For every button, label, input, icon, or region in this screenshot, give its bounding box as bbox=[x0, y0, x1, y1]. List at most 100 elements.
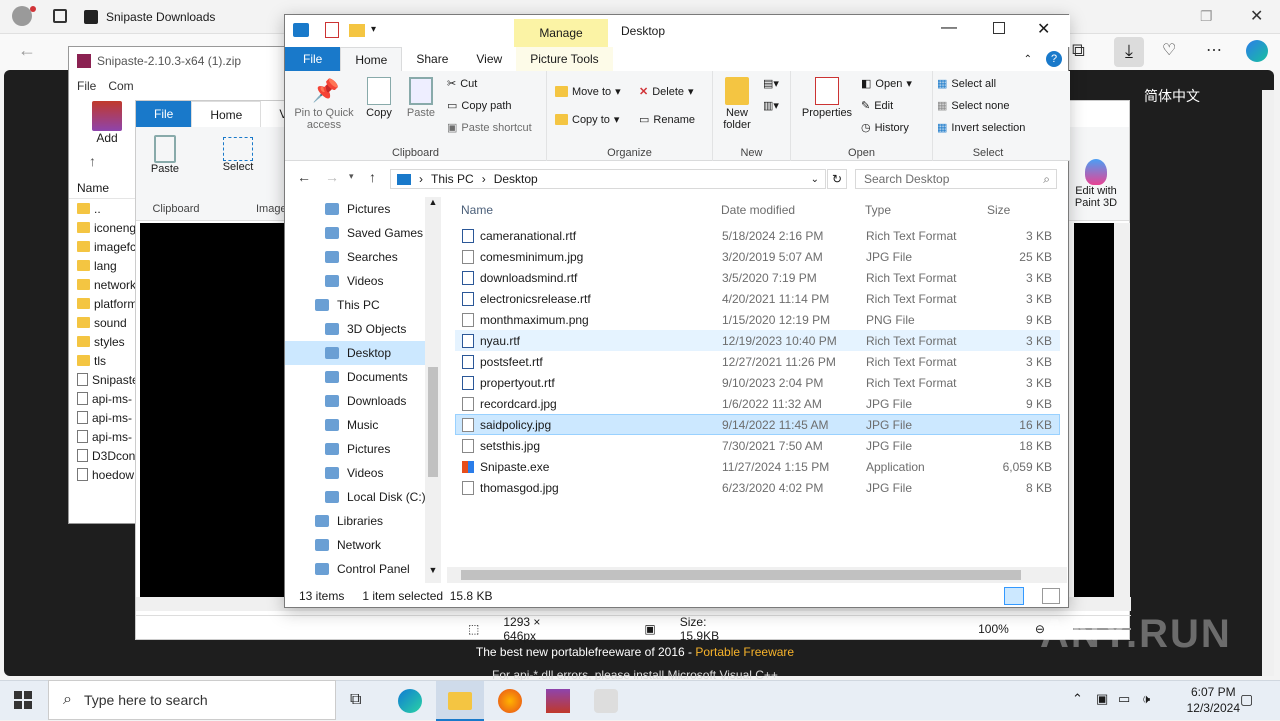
file-row[interactable]: thomasgod.jpg 6/23/2020 4:02 PM JPG File 8 … bbox=[455, 477, 1060, 498]
nav-item[interactable]: Control Panel bbox=[285, 557, 441, 581]
collapse-ribbon-icon[interactable]: ⌃ bbox=[1018, 47, 1038, 71]
close-icon[interactable]: ✕ bbox=[1250, 6, 1263, 26]
extensions-icon[interactable]: ♡ bbox=[1162, 40, 1176, 60]
nav-item[interactable]: Videos bbox=[285, 461, 441, 485]
properties-qat-icon[interactable] bbox=[325, 22, 339, 38]
open-button[interactable]: ◧ Open ▾ bbox=[861, 77, 912, 91]
nav-scroll-thumb[interactable] bbox=[428, 367, 438, 477]
edge-taskbar-icon[interactable] bbox=[398, 689, 422, 713]
nav-item[interactable]: 3D Objects bbox=[285, 317, 441, 341]
select-none-button[interactable]: ▦ Select none bbox=[937, 99, 1010, 113]
viewer-tab-home[interactable]: Home bbox=[191, 101, 262, 127]
new-folder-button[interactable]: New folder bbox=[713, 71, 761, 131]
start-icon[interactable] bbox=[14, 691, 32, 709]
language-link[interactable]: 简体中文 bbox=[1144, 86, 1200, 106]
viewer-paste-button[interactable]: Paste bbox=[148, 135, 182, 175]
edit-button[interactable]: ✎ Edit bbox=[861, 99, 893, 113]
file-row[interactable]: Snipaste.exe 11/27/2024 1:15 PM Applicatio… bbox=[455, 456, 1060, 477]
file-row[interactable]: propertyout.rtf 9/10/2023 2:04 PM Rich Tex… bbox=[455, 372, 1060, 393]
scroll-up-icon[interactable]: ▲ bbox=[425, 197, 441, 207]
select-all-button[interactable]: ▦ Select all bbox=[937, 77, 996, 91]
tab-view[interactable]: View bbox=[462, 47, 516, 71]
winrar-taskbar-icon[interactable] bbox=[546, 689, 570, 713]
edit-with-paint3d-button[interactable]: Edit with Paint 3D bbox=[1068, 159, 1124, 209]
paste-button[interactable]: Paste bbox=[397, 71, 445, 119]
copy-to-button[interactable]: Copy to ▾ bbox=[555, 113, 619, 126]
details-view-icon[interactable] bbox=[1004, 587, 1024, 605]
nav-item[interactable]: Pictures bbox=[285, 197, 441, 221]
nav-item[interactable]: Libraries bbox=[285, 509, 441, 533]
network-icon[interactable]: ▭ bbox=[1118, 691, 1130, 707]
nav-item[interactable]: Network bbox=[285, 533, 441, 557]
column-date[interactable]: Date modified bbox=[717, 203, 861, 217]
file-row[interactable]: cameranational.rtf 5/18/2024 2:16 PM Rich … bbox=[455, 225, 1060, 246]
winrar-menu-commands[interactable]: Com bbox=[108, 79, 133, 93]
browser-tab[interactable]: Snipaste Downloads bbox=[84, 5, 284, 29]
breadcrumb-desktop[interactable]: Desktop bbox=[494, 172, 538, 186]
help-icon[interactable]: ? bbox=[1038, 47, 1070, 71]
file-row[interactable]: recordcard.jpg 1/6/2022 11:32 AM JPG File 9… bbox=[455, 393, 1060, 414]
close-icon[interactable]: ✕ bbox=[1037, 19, 1050, 39]
copilot-icon[interactable] bbox=[1246, 40, 1268, 62]
nav-item[interactable]: Saved Games bbox=[285, 221, 441, 245]
firefox-taskbar-icon[interactable] bbox=[498, 689, 522, 713]
taskbar-search[interactable]: ⌕ Type here to search bbox=[48, 680, 336, 720]
profile-avatar[interactable] bbox=[12, 6, 32, 26]
address-dropdown-icon[interactable]: ⌄ bbox=[811, 174, 819, 185]
tray-chevron-icon[interactable]: ⌃ bbox=[1072, 691, 1083, 707]
nav-item[interactable]: Downloads bbox=[285, 389, 441, 413]
minimize-icon[interactable]: — bbox=[941, 19, 957, 37]
address-bar[interactable]: › This PC › Desktop ⌄ bbox=[390, 169, 826, 189]
viewer-tab-file[interactable]: File bbox=[136, 101, 192, 127]
file-row[interactable]: saidpolicy.jpg 9/14/2022 11:45 AM JPG File… bbox=[455, 414, 1060, 435]
nav-item[interactable]: Music bbox=[285, 413, 441, 437]
file-row[interactable]: comesminimum.jpg 3/20/2019 5:07 AM JPG Fil… bbox=[455, 246, 1060, 267]
cut-button[interactable]: ✂ Cut bbox=[447, 77, 477, 91]
file-row[interactable]: monthmaximum.png 1/15/2020 12:19 PM PNG Fi… bbox=[455, 309, 1060, 330]
column-type[interactable]: Type bbox=[861, 203, 981, 217]
copy-path-button[interactable]: ▭ Copy path bbox=[447, 99, 512, 113]
invert-selection-button[interactable]: ▦ Invert selection bbox=[937, 121, 1025, 135]
properties-button[interactable]: Properties bbox=[797, 71, 857, 119]
easy-access-icon[interactable]: ▥▾ bbox=[763, 99, 779, 112]
nav-item[interactable]: Videos bbox=[285, 269, 441, 293]
scroll-down-icon[interactable]: ▼ bbox=[425, 565, 441, 575]
clock[interactable]: 6:07 PM 12/3/2024 bbox=[1187, 684, 1240, 716]
restore-icon[interactable]: ❐ bbox=[1200, 8, 1213, 25]
file-row[interactable]: downloadsmind.rtf 3/5/2020 7:19 PM Rich Te… bbox=[455, 267, 1060, 288]
file-row[interactable]: postsfeet.rtf 12/27/2021 11:26 PM Rich Tex… bbox=[455, 351, 1060, 372]
pin-quick-access-button[interactable]: 📌 Pin to Quick access bbox=[289, 71, 359, 131]
new-folder-qat-icon[interactable] bbox=[349, 24, 365, 37]
nav-item[interactable]: Local Disk (C:) bbox=[285, 485, 441, 509]
explorer-taskbar-button[interactable] bbox=[436, 681, 484, 721]
downloads-icon[interactable]: ⤓ bbox=[1114, 37, 1144, 67]
forward-icon[interactable]: → bbox=[325, 169, 339, 185]
tab-actions-icon[interactable] bbox=[53, 9, 67, 23]
qat-dropdown-icon[interactable]: ▾ bbox=[371, 24, 376, 35]
tab-file[interactable]: File bbox=[285, 47, 341, 71]
large-icons-view-icon[interactable] bbox=[1042, 588, 1060, 604]
paste-shortcut-button[interactable]: ▣ Paste shortcut bbox=[447, 121, 532, 135]
page-scrollbar[interactable] bbox=[1262, 90, 1274, 676]
nav-item[interactable]: Pictures bbox=[285, 437, 441, 461]
delete-button[interactable]: ✕ Delete ▾ bbox=[639, 85, 694, 99]
snipaste-taskbar-icon[interactable] bbox=[594, 689, 618, 713]
nav-item[interactable]: Desktop bbox=[285, 341, 441, 365]
viewer-select-button[interactable]: Select bbox=[220, 137, 256, 173]
file-row[interactable]: setsthis.jpg 7/30/2021 7:50 AM JPG File 18 … bbox=[455, 435, 1060, 456]
volume-icon[interactable]: 🕩 bbox=[1142, 691, 1150, 707]
task-view-icon[interactable]: ⧉ bbox=[350, 691, 361, 709]
search-input[interactable]: Search Desktop ⌕ bbox=[855, 169, 1057, 189]
history-button[interactable]: ◷ History bbox=[861, 121, 909, 135]
footer-link[interactable]: Portable Freeware bbox=[695, 645, 794, 659]
refresh-icon[interactable]: ↻ bbox=[827, 169, 847, 189]
split-screen-icon[interactable]: ⧉ bbox=[1072, 40, 1085, 61]
nav-item[interactable]: This PC bbox=[285, 293, 441, 317]
image-canvas[interactable] bbox=[140, 223, 290, 597]
nav-item[interactable]: Documents bbox=[285, 365, 441, 389]
new-item-icon[interactable]: ▤▾ bbox=[763, 77, 779, 90]
tab-picture-tools[interactable]: Picture Tools bbox=[516, 47, 613, 71]
viewer-vscroll[interactable] bbox=[1114, 223, 1130, 597]
recent-locations-icon[interactable]: ▾ bbox=[349, 171, 354, 182]
copy-button[interactable]: Copy bbox=[355, 71, 403, 119]
